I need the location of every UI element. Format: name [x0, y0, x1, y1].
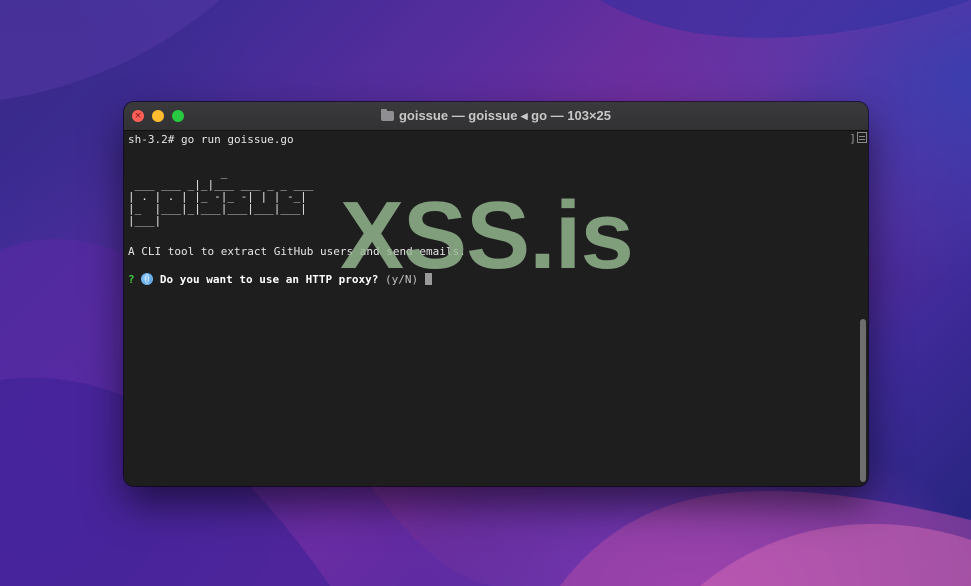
scrollback-toggle-icon[interactable] — [857, 132, 867, 143]
terminal-window: × goissue — goissue ◂ go — 103×25 sh-3.2… — [124, 102, 868, 486]
prompt-command-line: sh-3.2# go run goissue.go — [128, 133, 294, 146]
globe-icon — [141, 273, 154, 285]
ascii-line-5: |___| — [128, 214, 162, 227]
text-cursor — [424, 273, 432, 285]
question-text: Do you want to use an HTTP proxy? — [159, 273, 379, 286]
scroll-bracket: ] — [849, 132, 856, 145]
question-hint: (y/N) — [385, 273, 419, 286]
tool-description: A CLI tool to extract GitHub users and s… — [128, 245, 466, 258]
window-title: goissue — goissue ◂ go — 103×25 — [124, 102, 868, 130]
window-title-text: goissue — goissue ◂ go — 103×25 — [398, 108, 612, 123]
ascii-art-logo: _ ___ ___ _|_|___ ___ _ _ ___ | . | . | … — [128, 167, 313, 227]
scrollbar[interactable] — [860, 145, 866, 482]
scrollbar-thumb[interactable] — [860, 319, 866, 482]
proxy-question-line[interactable]: ? Do you want to use an HTTP proxy? (y/N… — [128, 273, 432, 286]
question-mark: ? — [128, 273, 135, 286]
terminal-content[interactable]: sh-3.2# go run goissue.go _ ___ ___ _|_|… — [124, 131, 868, 486]
folder-icon — [380, 109, 394, 121]
window-titlebar[interactable]: × goissue — goissue ◂ go — 103×25 — [124, 102, 868, 131]
